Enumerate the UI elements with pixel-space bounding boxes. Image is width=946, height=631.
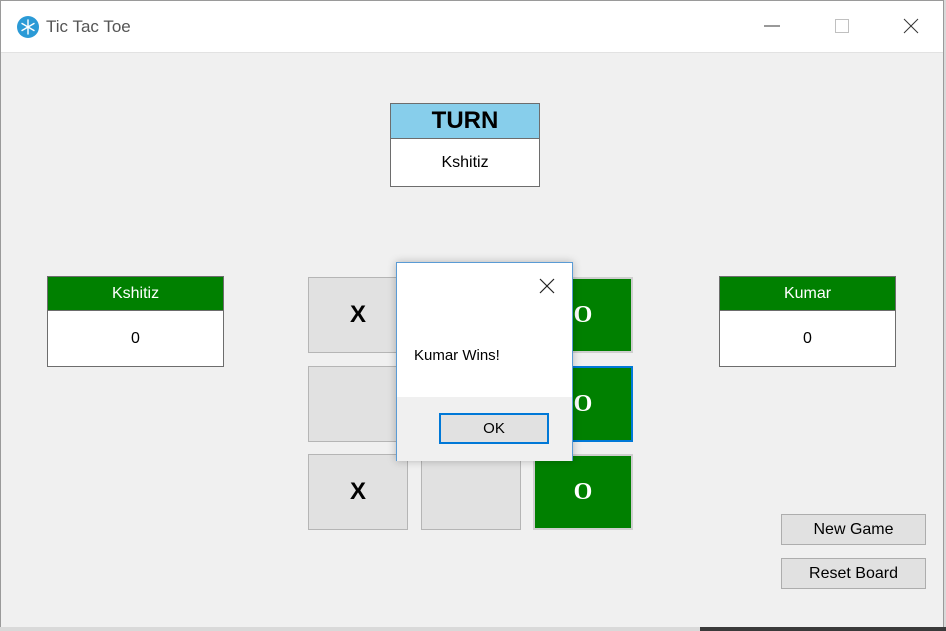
close-icon — [539, 278, 555, 294]
close-button[interactable] — [888, 9, 934, 43]
player-one-score: 0 — [131, 330, 140, 347]
player-two-score: 0 — [803, 330, 812, 347]
player-one-panel: Kshitiz 0 — [47, 276, 224, 367]
board-cell-8[interactable] — [421, 454, 521, 530]
board-cell-1[interactable]: X — [308, 277, 408, 353]
window-title: Tic Tac Toe — [46, 17, 131, 36]
player-two-panel: Kumar 0 — [719, 276, 896, 367]
current-player: Kshitiz — [441, 154, 489, 171]
ok-button[interactable]: OK — [439, 413, 549, 444]
player-two-name: Kumar — [720, 277, 895, 311]
winner-dialog: Kumar Wins! OK — [396, 262, 573, 461]
board-cell-9[interactable]: O — [533, 454, 633, 530]
dialog-footer: OK — [397, 397, 572, 461]
board-cell-4[interactable] — [308, 366, 408, 442]
minimize-button[interactable] — [749, 9, 795, 43]
new-game-button[interactable]: New Game — [781, 514, 926, 545]
turn-panel: TURN Kshitiz — [390, 103, 540, 187]
dialog-close-button[interactable] — [538, 277, 556, 295]
title-bar: Tic Tac Toe — [1, 1, 943, 53]
board-cell-7[interactable]: X — [308, 454, 408, 530]
snowflake-icon — [17, 16, 39, 38]
taskbar-edge — [700, 627, 946, 631]
minimize-icon — [764, 25, 780, 27]
dialog-message: Kumar Wins! — [414, 347, 500, 364]
maximize-button[interactable] — [819, 9, 865, 43]
maximize-icon — [835, 19, 849, 33]
player-one-name: Kshitiz — [48, 277, 223, 311]
reset-board-button[interactable]: Reset Board — [781, 558, 926, 589]
close-icon — [903, 18, 919, 34]
turn-heading: TURN — [391, 104, 539, 139]
